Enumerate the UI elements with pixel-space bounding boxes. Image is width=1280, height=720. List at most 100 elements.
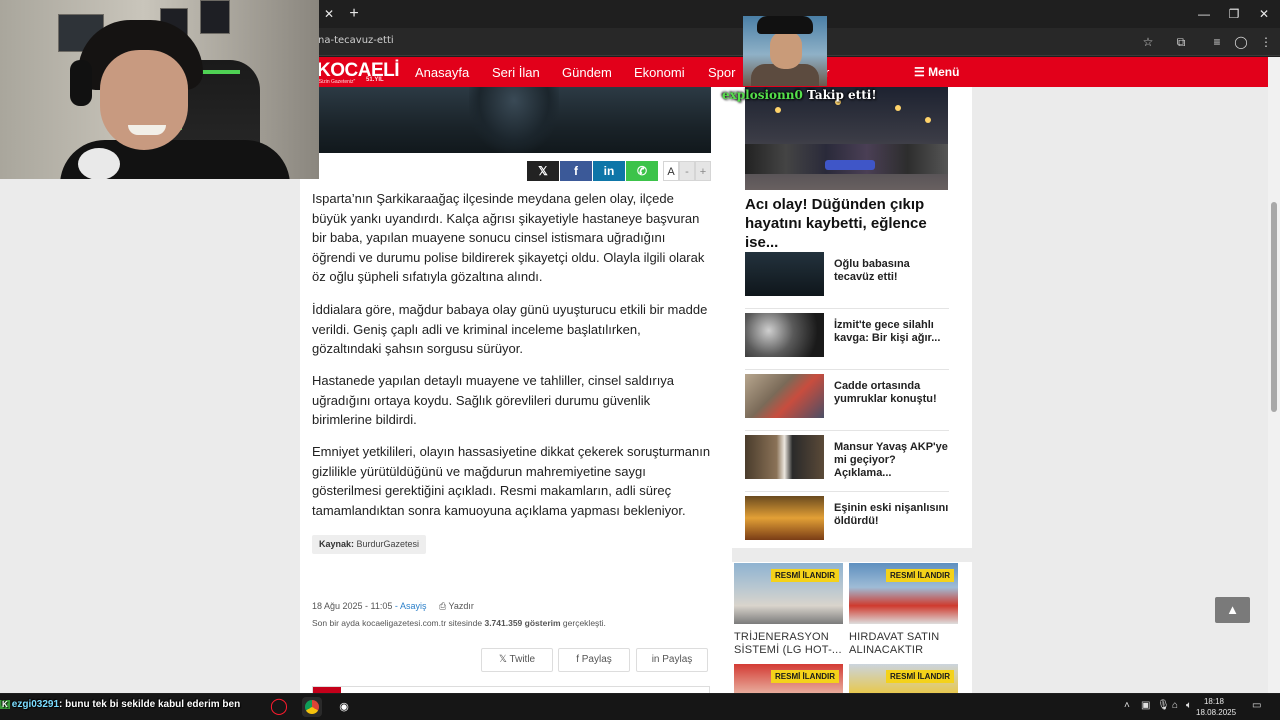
- chrome-icon[interactable]: [302, 697, 322, 717]
- stats-suffix: gerçekleşti.: [562, 618, 606, 628]
- stats-prefix: Son bir ayda kocaeligazetesi.com.tr site…: [312, 618, 483, 628]
- ad-image: RESMİ İLANDIR: [849, 664, 958, 693]
- meta-separator: -: [394, 601, 398, 611]
- news-item[interactable]: Mansur Yavaş AKP'ye mi geçiyor? Açıklama…: [745, 431, 949, 492]
- scroll-to-top-button[interactable]: ▲: [1215, 597, 1250, 623]
- clock-date: 18.08.2025: [1196, 708, 1237, 717]
- tray-app-icon[interactable]: ▣: [1141, 700, 1150, 711]
- new-tab-button[interactable]: +: [344, 4, 364, 24]
- news-thumbnail: [745, 252, 824, 296]
- follow-alert: explosionn0 Takip etti!: [722, 88, 877, 102]
- share-facebook-button[interactable]: f Paylaş: [558, 648, 630, 672]
- share-linkedin-icon[interactable]: in: [593, 161, 625, 181]
- close-window-button[interactable]: ✕: [1249, 4, 1279, 24]
- news-item[interactable]: Cadde ortasında yumruklar konuştu!: [745, 370, 949, 431]
- ad-badge: RESMİ İLANDIR: [886, 569, 954, 582]
- article-meta: 18 Ağu 2025 - 11:05 - Asayiş ⎙ Yazdır: [312, 601, 474, 612]
- ad-title[interactable]: TRİJENERASYON SİSTEMİ (LG HOT-...: [734, 631, 843, 657]
- webcam-overlay: [0, 0, 319, 179]
- page-scrollbar[interactable]: [1268, 57, 1280, 693]
- share-x-icon[interactable]: 𝕏: [527, 161, 559, 181]
- stream-chat-message: Kezgi03291: bunu tek bi sekilde kabul ed…: [0, 699, 240, 717]
- scroll-thumb[interactable]: [1271, 202, 1277, 412]
- logo-tagline: "Sizin Gazeteniz": [317, 79, 356, 85]
- news-thumbnail: [745, 374, 824, 418]
- tab-close-icon[interactable]: ✕: [319, 5, 339, 23]
- ad-image: RESMİ İLANDIR: [849, 563, 958, 624]
- news-thumbnail: [745, 435, 824, 479]
- ad-badge: RESMİ İLANDIR: [886, 670, 954, 683]
- view-stats: Son bir ayda kocaeligazetesi.com.tr site…: [312, 618, 606, 628]
- source-value: BurdurGazetesi: [356, 539, 420, 549]
- news-title[interactable]: İzmit'te gece silahlı kavga: Bir kişi ağ…: [834, 319, 949, 345]
- news-title[interactable]: Cadde ortasında yumruklar konuştu!: [834, 380, 949, 406]
- sidebar-headline[interactable]: Acı olay! Düğünden çıkıp hayatını kaybet…: [745, 195, 950, 252]
- nav-spor[interactable]: Spor: [708, 65, 735, 80]
- ad-card[interactable]: RESMİ İLANDIR TRİJENERASYON SİSTEMİ (LG …: [734, 563, 843, 657]
- follow-username: explosionn0: [722, 88, 803, 102]
- publish-date: 18 Ağu 2025 - 11:05: [312, 601, 393, 611]
- ad-badge: RESMİ İLANDIR: [771, 569, 839, 582]
- article-paragraph: Hastanede yapılan detaylı muayene ve tah…: [312, 373, 675, 427]
- next-article-box[interactable]: [312, 686, 710, 693]
- article-hero-image: [319, 87, 711, 153]
- network-icon[interactable]: ⌂: [1172, 700, 1178, 711]
- follow-text: Takip etti!: [807, 88, 877, 102]
- extensions-icon[interactable]: ⧉: [1172, 33, 1190, 51]
- news-item[interactable]: Oğlu babasına tecavüz etti!: [745, 248, 949, 309]
- print-button[interactable]: ⎙ Yazdır: [439, 601, 474, 611]
- font-decrease-button[interactable]: -: [679, 161, 695, 181]
- url-field[interactable]: na-tecavuz-etti: [318, 35, 394, 46]
- ad-card[interactable]: RESMİ İLANDIR HIRDAVAT SATIN ALINACAKTIR: [849, 563, 958, 657]
- microphone-icon[interactable]: 🎙︎: [1157, 700, 1170, 711]
- ad-badge: RESMİ İLANDIR: [771, 670, 839, 683]
- share-twitter-button[interactable]: 𝕏 Twitle: [481, 648, 553, 672]
- chat-username: ezgi03291: [11, 699, 60, 710]
- star-icon[interactable]: ☆: [1139, 33, 1157, 51]
- news-thumbnail: [745, 313, 824, 357]
- logo-year: 51.YIL: [366, 77, 384, 83]
- sidebar-divider: [732, 548, 972, 562]
- nav-anasayfa[interactable]: Anasayfa: [415, 65, 469, 80]
- streamer-sticker-image: [743, 16, 827, 86]
- profile-icon[interactable]: ◯: [1232, 33, 1250, 51]
- share-facebook-icon[interactable]: f: [560, 161, 592, 181]
- share-whatsapp-icon[interactable]: ✆: [626, 161, 658, 181]
- chat-badge-icon: K: [0, 700, 10, 709]
- sidebar: Acı olay! Düğünden çıkıp hayatını kaybet…: [732, 87, 972, 693]
- font-increase-button[interactable]: +: [695, 161, 711, 181]
- menu-button[interactable]: ☰ Menü: [914, 65, 959, 79]
- share-linkedin-button[interactable]: in Paylaş: [636, 648, 708, 672]
- notification-icon[interactable]: ▭: [1252, 700, 1261, 711]
- article-column: 𝕏 f in ✆ A - + Isparta’nın Şarkikaraağaç…: [300, 87, 732, 693]
- news-title[interactable]: Eşinin eski nişanlısını öldürdü!: [834, 502, 949, 528]
- minimize-button[interactable]: —: [1189, 4, 1219, 24]
- clock[interactable]: 18:18 18.08.2025: [1196, 696, 1237, 718]
- ad-image: RESMİ İLANDIR: [734, 664, 843, 693]
- ad-card[interactable]: RESMİ İLANDIR: [849, 664, 958, 693]
- media-icon[interactable]: ≡: [1208, 33, 1226, 51]
- sidebar-hero-image[interactable]: [745, 87, 948, 190]
- news-title[interactable]: Oğlu babasına tecavüz etti!: [834, 258, 949, 284]
- ad-card[interactable]: RESMİ İLANDIR: [734, 664, 843, 693]
- clock-time: 18:18: [1203, 697, 1225, 706]
- news-item[interactable]: Eşinin eski nişanlısını öldürdü!: [745, 492, 949, 553]
- stats-count: 3.741.359 gösterim: [484, 618, 561, 628]
- ad-title[interactable]: HIRDAVAT SATIN ALINACAKTIR: [849, 631, 958, 657]
- font-size-label: A: [663, 161, 679, 181]
- maximize-button[interactable]: ❐: [1219, 4, 1249, 24]
- chat-text: : bunu tek bi sekilde kabul ederim ben: [59, 699, 241, 710]
- news-item[interactable]: İzmit'te gece silahlı kavga: Bir kişi ağ…: [745, 309, 949, 370]
- nav-seri-ilan[interactable]: Seri İlan: [492, 65, 540, 80]
- obs-icon[interactable]: ◉: [334, 697, 354, 717]
- nav-ekonomi[interactable]: Ekonomi: [634, 65, 685, 80]
- kebab-menu-icon[interactable]: ⋮: [1257, 33, 1275, 51]
- news-title[interactable]: Mansur Yavaş AKP'ye mi geçiyor? Açıklama…: [834, 441, 949, 480]
- source-label: Kaynak:: [319, 539, 355, 549]
- nav-gundem[interactable]: Gündem: [562, 65, 612, 80]
- opera-icon[interactable]: ◯: [269, 697, 289, 717]
- volume-icon[interactable]: 🔈︎: [1186, 700, 1192, 711]
- news-thumbnail: [745, 496, 824, 540]
- tray-chevron-icon[interactable]: ˄: [1124, 700, 1130, 711]
- category-link[interactable]: Asayiş: [400, 601, 427, 611]
